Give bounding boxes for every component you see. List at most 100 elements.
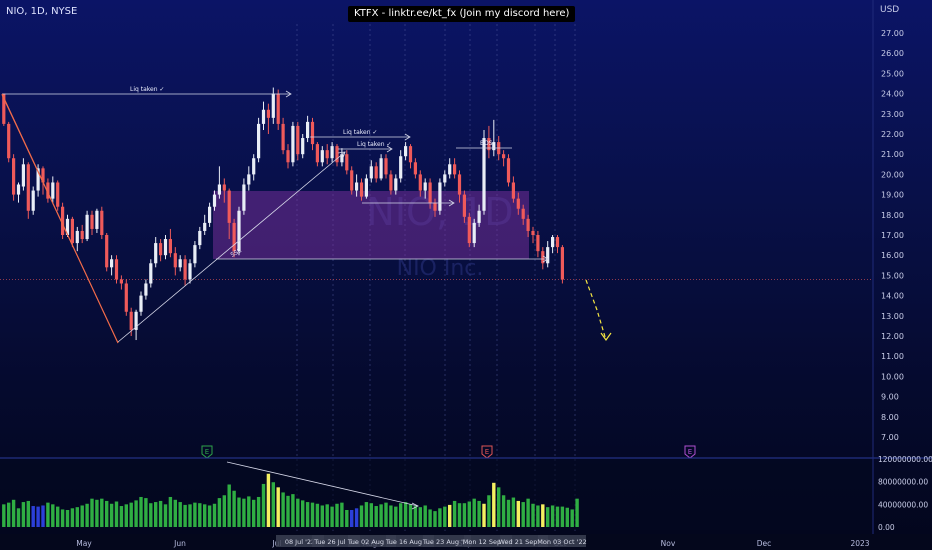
volume-bar [276, 487, 280, 527]
candle [315, 144, 319, 163]
volume-bar [570, 509, 574, 527]
candle [261, 109, 266, 124]
volume-bar [497, 487, 501, 527]
candle [105, 235, 109, 268]
candle [384, 158, 388, 175]
candle [350, 170, 354, 191]
candle [457, 174, 462, 195]
volume-bar [178, 502, 182, 527]
volume-bar [516, 500, 520, 527]
time-axis-label: Nov [661, 539, 676, 548]
volume-bar [374, 506, 378, 527]
volume-bar [252, 499, 256, 527]
volume-bar [51, 504, 55, 527]
candle [389, 174, 393, 191]
candle [306, 121, 310, 139]
volume-tick-label: 40000000.00 [878, 500, 928, 509]
candle [413, 162, 417, 175]
candle [418, 174, 422, 191]
volume-bar [114, 501, 119, 527]
volume-tick-label: 0.00 [878, 523, 895, 532]
volume-bar [345, 510, 349, 527]
volume-bar [271, 482, 275, 527]
time-axis-label: Dec [757, 539, 772, 548]
candle [526, 218, 530, 231]
earnings-marker-label: E [205, 448, 209, 456]
price-tick-label: 23.00 [881, 110, 904, 119]
volume-bar [242, 498, 246, 527]
candle [188, 263, 192, 280]
projection-line [585, 279, 607, 341]
volume-bar [384, 502, 388, 527]
volume-bar [193, 502, 197, 527]
candle [80, 230, 84, 240]
volume-bar [423, 505, 427, 527]
volume-bar [26, 500, 30, 527]
price-tick-label: 25.00 [881, 69, 904, 78]
crosshair-date-label: Mon 03 Oct '22 [537, 538, 586, 546]
candle [521, 208, 525, 219]
candle [100, 210, 104, 235]
volume-bar [281, 492, 285, 527]
volume-bar [526, 498, 530, 527]
volume-bar [575, 498, 579, 527]
volume-bar [296, 498, 300, 527]
price-tick-label: 16.00 [881, 251, 904, 260]
volume-bar [550, 505, 555, 527]
volume-bar [501, 495, 506, 527]
volume-tick-label: 80000000.00 [878, 478, 928, 487]
volume-bar [443, 506, 447, 527]
volume-bar [16, 508, 21, 527]
candle [183, 259, 187, 280]
volume-bar [168, 496, 173, 527]
volume-bar [335, 503, 339, 527]
earnings-marker-label: E [485, 448, 489, 456]
earnings-marker: E [201, 445, 213, 459]
volume-bar [173, 499, 177, 527]
volume-bar [163, 504, 168, 527]
volume-bar [457, 503, 462, 527]
candle [330, 146, 334, 159]
volume-bar [531, 503, 535, 527]
candle [124, 283, 128, 312]
volume-bar [433, 511, 437, 527]
candle [355, 182, 359, 191]
volume-bar [158, 500, 163, 527]
candle [482, 138, 486, 211]
price-tick-label: 18.00 [881, 211, 904, 220]
volume-bar [11, 499, 16, 527]
volume-bar [438, 508, 442, 527]
candle [379, 158, 383, 179]
candle [266, 109, 270, 118]
candle [364, 178, 368, 197]
volume-bar [266, 473, 271, 527]
candle [114, 259, 119, 280]
price-tick-label: 22.00 [881, 130, 904, 139]
volume-bar [521, 502, 525, 527]
candle [217, 184, 221, 195]
candle [208, 206, 212, 223]
candle [281, 123, 285, 151]
candle [12, 158, 16, 195]
volume-bar [203, 504, 207, 527]
candle [394, 178, 398, 191]
volume-bar [492, 482, 496, 527]
candle [467, 216, 471, 244]
candle [492, 142, 496, 151]
volume-bar [408, 504, 413, 527]
candle [119, 279, 123, 284]
volume-bar [70, 508, 75, 527]
volume-bar [403, 502, 408, 527]
volume-bar [134, 500, 138, 527]
volume-bar [364, 502, 369, 527]
volume-bar [546, 507, 550, 527]
volume-bar [31, 506, 35, 527]
candle [443, 174, 447, 183]
candle [404, 146, 408, 157]
volume-bar [46, 502, 50, 527]
candle [291, 125, 295, 163]
volume-bar [418, 507, 422, 527]
price-chart[interactable]: NIO, 1DNIO Inc.Liq taken ✓Liq taken ✓Liq… [0, 0, 932, 550]
liq-label: Liq taken ✓ [343, 129, 377, 136]
time-axis-label: May [76, 539, 92, 548]
